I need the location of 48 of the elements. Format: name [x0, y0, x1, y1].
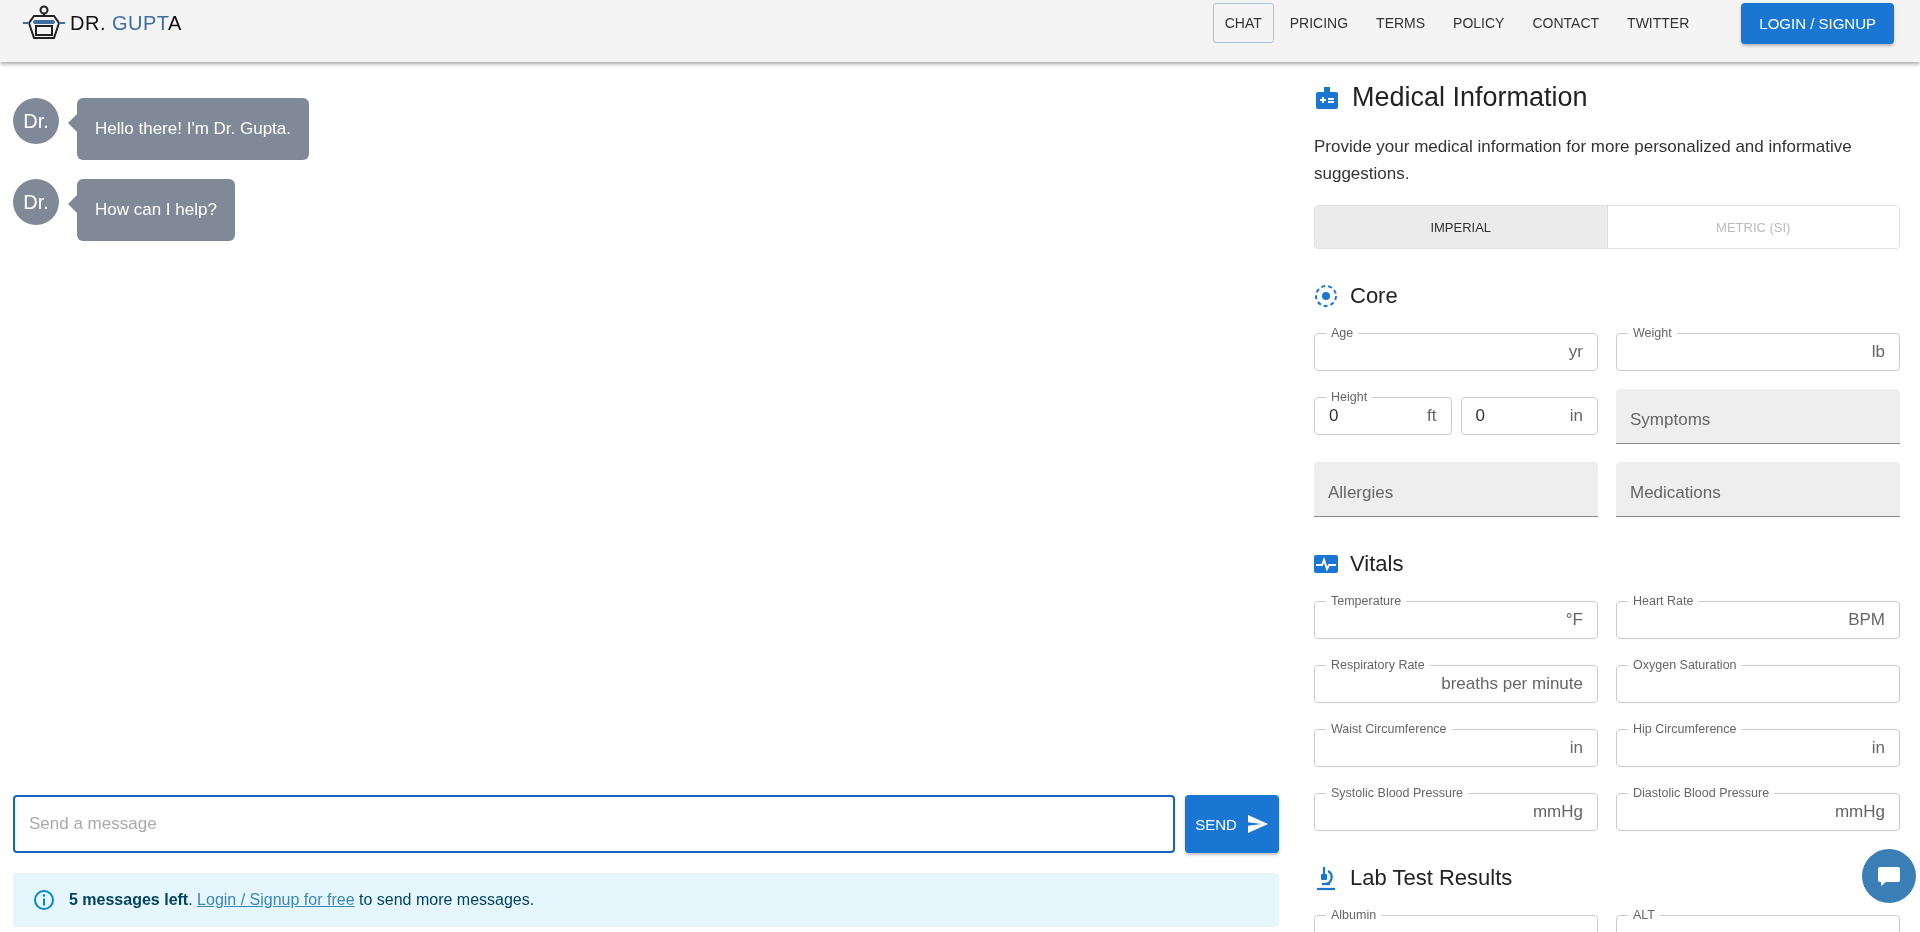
chat-bubble: Hello there! I'm Dr. Gupta.	[77, 98, 309, 160]
nav-link[interactable]: POLICY	[1441, 3, 1517, 43]
input-field[interactable]: Symptoms	[1616, 389, 1900, 444]
medical-kit-icon	[1314, 84, 1340, 111]
input-field[interactable]: Hip Circumference in	[1616, 721, 1900, 767]
message-field[interactable]: Send a message	[13, 795, 1175, 853]
target-icon	[1314, 284, 1338, 308]
input-field[interactable]: Medications	[1616, 462, 1900, 517]
input-field[interactable]: Allergies	[1314, 462, 1598, 517]
section-title: Lab Test Results	[1350, 865, 1513, 891]
panel-title: Medical Information	[1352, 82, 1588, 113]
input-field[interactable]: Heart Rate BPM	[1616, 593, 1900, 639]
input-field[interactable]: Waist Circumference in	[1314, 721, 1598, 767]
notice-text: 5 messages left. Login / Signup for free to send more messages.	[69, 891, 535, 909]
section-title: Vitals	[1350, 551, 1404, 577]
unit-toggle[interactable]: IMPERIAL	[1315, 206, 1608, 248]
nav-link[interactable]: CHAT	[1212, 3, 1274, 43]
input-field[interactable]: Respiratory Rate breaths per minute	[1314, 657, 1598, 703]
panel-description: Provide your medical information for more personalized and informative suggestions.	[1314, 136, 1853, 185]
nav-link[interactable]: PRICING	[1277, 3, 1361, 43]
input-field[interactable]: Oxygen Saturation	[1616, 657, 1900, 703]
input-field[interactable]: Albumin	[1314, 907, 1598, 932]
input-field[interactable]: Diastolic Blood Pressure mmHg	[1616, 785, 1900, 831]
input-field[interactable]: Weight lb	[1616, 325, 1900, 371]
logo-text[interactable]: DR. GUPTA	[70, 11, 182, 35]
avatar: Dr.	[13, 179, 59, 225]
chat-bubble: How can I help?	[77, 179, 235, 241]
send-button[interactable]: SEND	[1185, 795, 1279, 853]
chat-button[interactable]	[1862, 849, 1916, 903]
nav-link[interactable]: CONTACT	[1520, 3, 1612, 43]
nav-link[interactable]: TWITTER	[1615, 3, 1702, 43]
info-icon	[33, 889, 55, 911]
input-field[interactable]: Temperature °F	[1314, 593, 1598, 639]
input-field[interactable]: Systolic Blood Pressure mmHg	[1314, 785, 1598, 831]
robot-icon	[22, 5, 66, 41]
input-field[interactable]: ALT	[1616, 907, 1900, 932]
login-button[interactable]: LOGIN / SIGNUP	[1741, 2, 1894, 44]
input-field[interactable]: Height 0 ft	[1314, 389, 1452, 435]
input-field[interactable]: 0 in	[1460, 397, 1598, 435]
avatar: Dr.	[13, 98, 59, 144]
nav-link[interactable]: TERMS	[1364, 3, 1438, 43]
signup-link[interactable]: Login / Signup for free	[197, 891, 355, 908]
input-field[interactable]: Age yr	[1314, 325, 1598, 371]
section-title: Core	[1350, 283, 1398, 309]
chat-bubble-icon	[1877, 865, 1901, 887]
microscope-icon	[1314, 865, 1338, 891]
send-icon	[1246, 814, 1269, 834]
pulse-icon	[1314, 553, 1338, 575]
